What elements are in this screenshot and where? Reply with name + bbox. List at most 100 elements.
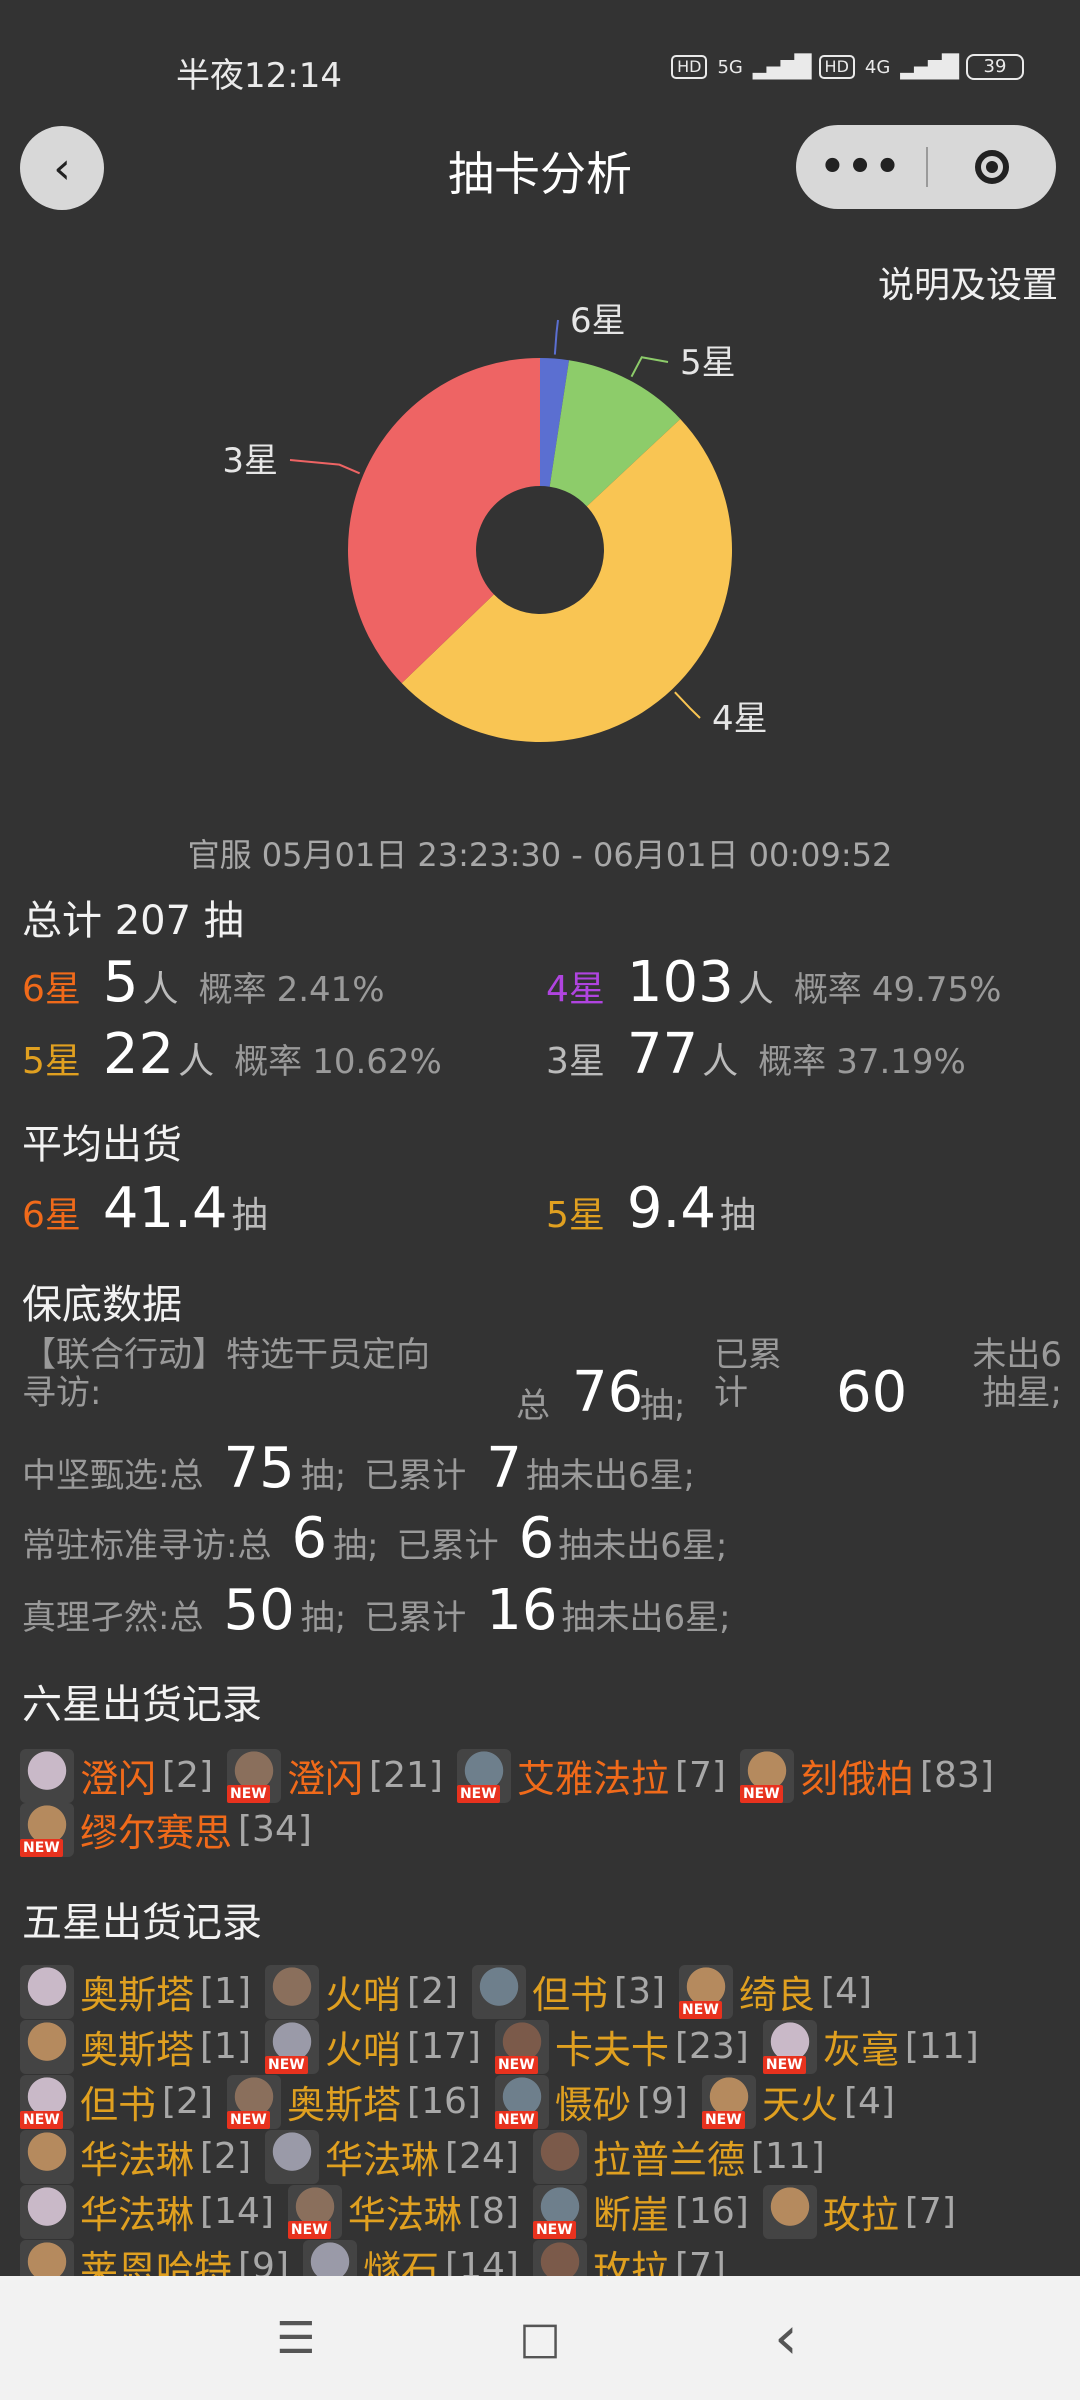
new-badge: NEW	[494, 2055, 538, 2074]
operator-avatar	[20, 2129, 74, 2184]
record-row: NEW 缪尔赛思 [34]	[20, 1802, 326, 1857]
operator-count: 103	[626, 950, 734, 1015]
operator-count: 77	[626, 1022, 699, 1087]
pie-label-6星: 6星	[570, 301, 626, 341]
pull-count: [16]	[407, 2081, 481, 2122]
system-back-button[interactable]: ‹	[746, 2303, 826, 2373]
average-title: 平均出货	[22, 1122, 182, 1168]
label-leader-5星	[630, 356, 669, 378]
operator-name: 奥斯塔	[80, 2028, 195, 2072]
operator-avatar: NEW	[20, 2074, 74, 2129]
operator-name: 火哨	[325, 1973, 402, 2017]
pull-count: [4]	[821, 1971, 873, 2012]
new-badge: NEW	[287, 2220, 331, 2239]
unit-label: 人	[702, 1041, 739, 1082]
pie-label-3星: 3星	[222, 441, 278, 481]
record-row: 奥斯塔 [1] NEW 火哨 [17] NEW 卡夫卡 [23] NEW 灰毫 [11]	[20, 2019, 993, 2074]
operator-record: NEW 绮良 [4]	[679, 1964, 872, 2019]
pull-count: [17]	[407, 2026, 481, 2067]
new-badge: NEW	[20, 1838, 63, 1857]
date-range: 官服 05月01日 23:23:30 - 06月01日 00:09:52	[187, 836, 893, 874]
unit-label: 人	[178, 1041, 215, 1082]
operator-name: 火哨	[325, 2028, 402, 2072]
operator-avatar	[20, 2019, 74, 2074]
average-6star: 6星 41.4 抽	[22, 1176, 268, 1241]
status-bar: 半夜12:14 HD 5G ▂▄▆█ HD 4G ▂▄▆█ 39	[0, 0, 1080, 120]
accumulated-label: 已累计	[364, 1598, 467, 1638]
pull-count: [7]	[674, 1755, 726, 1796]
new-badge: NEW	[20, 2110, 63, 2129]
pull-count: [11]	[750, 2136, 825, 2177]
pity-row-elite-selection: 中坚甄选:总 75 抽; 已累计 7 抽未出6星;	[22, 1436, 695, 1501]
operator-avatar: NEW	[494, 2019, 549, 2074]
pity-row-standard: 常驻标准寻访:总 6 抽; 已累计 6 抽未出6星;	[22, 1506, 727, 1571]
pity-title: 保底数据	[22, 1282, 182, 1328]
pull-count: [2]	[407, 1971, 459, 2012]
banner-name: 真理孑然:总	[22, 1598, 204, 1638]
operator-name: 但书	[532, 1973, 609, 2017]
pull-count: [21]	[369, 1755, 443, 1796]
pull-count: [2]	[162, 2081, 214, 2122]
pull-count: [3]	[614, 1971, 666, 2012]
draws-unit: 抽;	[300, 1456, 347, 1496]
home-button[interactable]: □	[500, 2306, 580, 2370]
new-badge: NEW	[762, 2055, 806, 2074]
pull-count: [2]	[200, 2136, 252, 2177]
operator-record: NEW 但书 [2]	[20, 2074, 213, 2129]
operator-avatar	[265, 2129, 320, 2184]
summary-row-4star: 4星 103 人 概率 49.75%	[546, 950, 1001, 1015]
not-six-star-suffix: 未出6 抽星;	[972, 1335, 1062, 1413]
operator-name: 绮良	[739, 1973, 816, 2017]
star-label: 6星	[22, 1195, 81, 1236]
operator-avatar	[20, 1964, 74, 2019]
pull-count: [34]	[238, 1809, 312, 1850]
operator-name: 奥斯塔	[287, 2083, 402, 2127]
operator-avatar: NEW	[265, 2019, 320, 2074]
average-value: 41.4	[102, 1176, 228, 1241]
new-badge: NEW	[532, 2220, 576, 2239]
pull-count: [9]	[636, 2081, 688, 2122]
unit-label: 人	[737, 969, 774, 1010]
operator-record: 但书 [3]	[472, 1964, 665, 2019]
banner-name: 常驻标准寻访:总	[22, 1526, 272, 1566]
operator-avatar	[762, 2184, 817, 2239]
pity-row-truth-alone: 真理孑然:总 50 抽; 已累计 16 抽未出6星;	[22, 1578, 731, 1643]
probability-value: 10.62%	[312, 1042, 442, 1082]
more-button[interactable]: •••	[796, 144, 926, 190]
back-icon: ‹	[774, 2303, 798, 2373]
menu-button[interactable]: ☰	[256, 2306, 336, 2370]
operator-record: NEW 华法琳 [8]	[287, 2184, 519, 2239]
operator-name: 澄闪	[287, 1757, 364, 1801]
pull-rarity-donut-chart: 6星 5星 4星 3星	[222, 301, 768, 743]
pie-label-4星: 4星	[712, 699, 768, 739]
operator-name: 慑砂	[554, 2083, 631, 2127]
operator-name: 拉普兰德	[592, 2138, 745, 2182]
pull-count: [1]	[200, 1971, 252, 2012]
probability-value: 2.41%	[276, 970, 385, 1010]
pull-count: [83]	[919, 1755, 994, 1796]
operator-avatar: NEW	[287, 2184, 342, 2239]
summary-row-3star: 3星 77 人 概率 37.19%	[546, 1022, 966, 1087]
operator-record: 华法琳 [24]	[265, 2129, 519, 2184]
operator-record: NEW 刻俄柏 [83]	[739, 1748, 994, 1803]
operator-name: 天火	[761, 2083, 838, 2127]
unit-label: 抽	[231, 1195, 268, 1236]
system-navigation-bar: ☰ □ ‹	[0, 2276, 1080, 2400]
operator-record: NEW 火哨 [17]	[265, 2019, 481, 2074]
star-label: 3星	[546, 1041, 605, 1082]
operator-name: 澄闪	[80, 1757, 157, 1801]
pull-count: [4]	[843, 2081, 895, 2122]
operator-name: 华法琳	[80, 2193, 195, 2237]
pull-count: [14]	[200, 2191, 274, 2232]
close-mini-program-button[interactable]	[928, 150, 1056, 184]
not-six-star-suffix: 抽未出6星;	[525, 1456, 695, 1496]
accumulated-value: 60	[836, 1360, 908, 1425]
operator-count: 5	[102, 950, 139, 1015]
operator-record: 华法琳 [14]	[20, 2184, 274, 2239]
pull-count: [11]	[904, 2026, 979, 2067]
operator-avatar: NEW	[227, 2074, 282, 2129]
accumulated-value: 16	[486, 1578, 558, 1643]
new-badge: NEW	[456, 1784, 500, 1803]
total-pulls: 总计 207 抽	[22, 898, 244, 944]
operator-record: NEW 灰毫 [11]	[762, 2019, 979, 2074]
